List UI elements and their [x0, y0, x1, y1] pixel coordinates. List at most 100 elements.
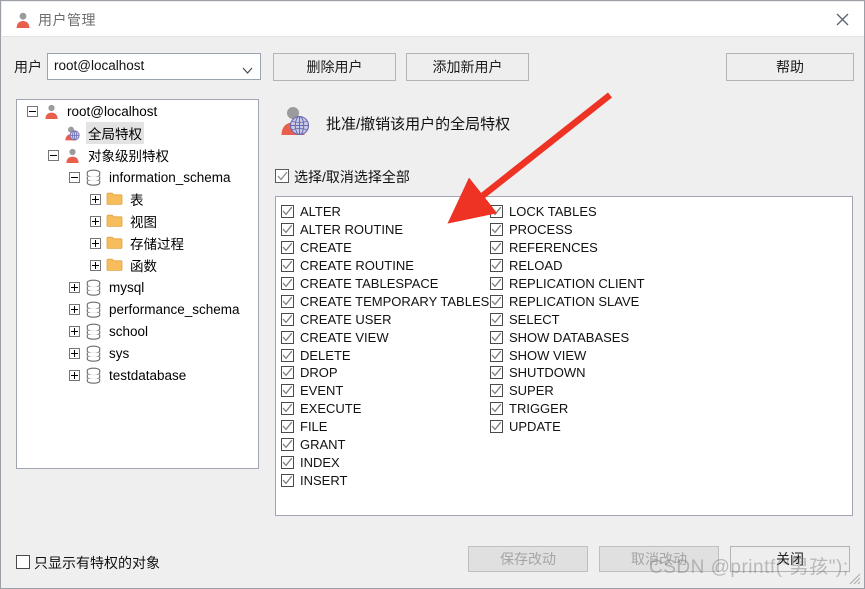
privilege-checkbox[interactable] — [490, 384, 503, 398]
tree-node[interactable]: 对象级别特权 — [17, 144, 258, 166]
privilege-item[interactable]: ALTER ROUTINE — [281, 221, 489, 239]
add-user-button[interactable]: 添加新用户 — [406, 53, 529, 81]
privilege-checkbox[interactable] — [490, 205, 503, 219]
privilege-tree[interactable]: root@localhost 全局特权 对象级别特权 information_sche… — [16, 99, 259, 469]
privilege-checkbox[interactable] — [490, 223, 503, 237]
expand-icon[interactable] — [69, 325, 80, 337]
tree-node[interactable]: 函数 — [17, 254, 258, 276]
privilege-checkbox[interactable] — [490, 277, 503, 290]
expand-icon[interactable] — [69, 369, 80, 381]
privilege-item[interactable]: REFERENCES — [490, 239, 645, 257]
privilege-checkbox[interactable] — [281, 330, 294, 344]
privilege-item[interactable]: PROCESS — [490, 221, 645, 239]
privilege-checkbox[interactable] — [281, 473, 294, 487]
save-changes-button[interactable]: 保存改动 — [468, 546, 588, 572]
privilege-item[interactable]: DROP — [281, 364, 489, 382]
tree-node[interactable]: root@localhost — [17, 100, 258, 122]
privilege-checkbox[interactable] — [281, 241, 294, 255]
privilege-item[interactable]: CREATE — [281, 239, 489, 257]
close-button[interactable]: 关闭 — [730, 546, 850, 572]
tree-node[interactable]: 存储过程 — [17, 232, 258, 254]
privilege-checkbox[interactable] — [281, 366, 294, 380]
privilege-checkbox[interactable] — [281, 294, 294, 308]
privilege-checkbox[interactable] — [281, 223, 294, 237]
delete-user-button[interactable]: 删除用户 — [273, 53, 396, 81]
resize-grip[interactable] — [847, 571, 861, 585]
privilege-checkbox[interactable] — [281, 277, 294, 290]
privilege-checkbox[interactable] — [281, 205, 294, 219]
privilege-checkbox[interactable] — [281, 384, 294, 398]
cancel-changes-button[interactable]: 取消改动 — [599, 546, 719, 572]
privilege-item[interactable]: CREATE ROUTINE — [281, 257, 489, 275]
tree-node[interactable]: school — [17, 320, 258, 342]
privilege-item[interactable]: DELETE — [281, 346, 489, 364]
tree-node-label: 视图 — [130, 215, 157, 230]
tree-node[interactable]: 视图 — [17, 210, 258, 232]
privilege-item[interactable]: SHOW DATABASES — [490, 328, 645, 346]
privilege-checkbox[interactable] — [281, 420, 294, 434]
privilege-item[interactable]: EVENT — [281, 382, 489, 400]
privilege-checkbox[interactable] — [490, 330, 503, 344]
privilege-checkbox[interactable] — [490, 259, 503, 273]
privilege-item[interactable]: SUPER — [490, 382, 645, 400]
privilege-item[interactable]: RELOAD — [490, 257, 645, 275]
only-privileged-checkbox[interactable] — [16, 555, 30, 569]
close-icon[interactable] — [819, 2, 864, 36]
user-select[interactable]: root@localhost — [47, 53, 261, 80]
privilege-item[interactable]: EXECUTE — [281, 400, 489, 418]
help-button[interactable]: 帮助 — [726, 53, 854, 81]
privilege-checkbox[interactable] — [490, 312, 503, 326]
privilege-item[interactable]: GRANT — [281, 436, 489, 454]
privilege-item[interactable]: ALTER — [281, 203, 489, 221]
tree-node[interactable]: performance_schema — [17, 298, 258, 320]
select-all-checkbox[interactable] — [275, 169, 289, 183]
privilege-item[interactable]: SHOW VIEW — [490, 346, 645, 364]
privilege-item[interactable]: LOCK TABLES — [490, 203, 645, 221]
expand-icon[interactable] — [69, 303, 80, 315]
privileges-list[interactable]: ALTER ALTER ROUTINE CREATE CREATE ROUTINE CR… — [275, 196, 853, 516]
expand-icon[interactable] — [69, 281, 80, 293]
expand-icon[interactable] — [90, 193, 101, 205]
expand-icon[interactable] — [90, 215, 101, 227]
expand-icon[interactable] — [90, 259, 101, 271]
privilege-checkbox[interactable] — [281, 402, 294, 416]
privilege-checkbox[interactable] — [281, 438, 294, 452]
privilege-checkbox[interactable] — [281, 259, 294, 273]
expand-icon[interactable] — [90, 237, 101, 249]
tree-node[interactable]: sys — [17, 342, 258, 364]
privilege-item[interactable]: INDEX — [281, 453, 489, 471]
privilege-item[interactable]: UPDATE — [490, 418, 645, 436]
tree-node-label: mysql — [109, 279, 145, 295]
collapse-icon[interactable] — [27, 105, 38, 117]
privilege-item[interactable]: INSERT — [281, 471, 489, 489]
privilege-item[interactable]: FILE — [281, 418, 489, 436]
privilege-checkbox[interactable] — [490, 241, 503, 255]
privilege-item[interactable]: REPLICATION SLAVE — [490, 292, 645, 310]
privilege-checkbox[interactable] — [490, 402, 503, 416]
privilege-checkbox[interactable] — [281, 455, 294, 469]
privilege-item[interactable]: TRIGGER — [490, 400, 645, 418]
privilege-item[interactable]: CREATE VIEW — [281, 328, 489, 346]
privilege-item[interactable]: CREATE TABLESPACE — [281, 275, 489, 293]
privileges-column-left: ALTER ALTER ROUTINE CREATE CREATE ROUTINE CR… — [281, 203, 489, 489]
privilege-item[interactable]: SHUTDOWN — [490, 364, 645, 382]
tree-node[interactable]: mysql — [17, 276, 258, 298]
tree-node[interactable]: 表 — [17, 188, 258, 210]
folder-icon — [106, 191, 123, 208]
privilege-checkbox[interactable] — [281, 348, 294, 362]
privilege-item[interactable]: CREATE USER — [281, 310, 489, 328]
privilege-checkbox[interactable] — [490, 348, 503, 362]
collapse-icon[interactable] — [48, 149, 59, 161]
privilege-checkbox[interactable] — [490, 294, 503, 308]
tree-node[interactable]: 全局特权 — [17, 122, 258, 144]
privilege-checkbox[interactable] — [281, 312, 294, 326]
privilege-checkbox[interactable] — [490, 420, 503, 434]
privilege-item[interactable]: SELECT — [490, 310, 645, 328]
tree-node[interactable]: information_schema — [17, 166, 258, 188]
privilege-item[interactable]: REPLICATION CLIENT — [490, 275, 645, 293]
expand-icon[interactable] — [69, 347, 80, 359]
privilege-item[interactable]: CREATE TEMPORARY TABLES — [281, 292, 489, 310]
tree-node[interactable]: testdatabase — [17, 364, 258, 386]
collapse-icon[interactable] — [69, 171, 80, 183]
privilege-checkbox[interactable] — [490, 366, 503, 380]
